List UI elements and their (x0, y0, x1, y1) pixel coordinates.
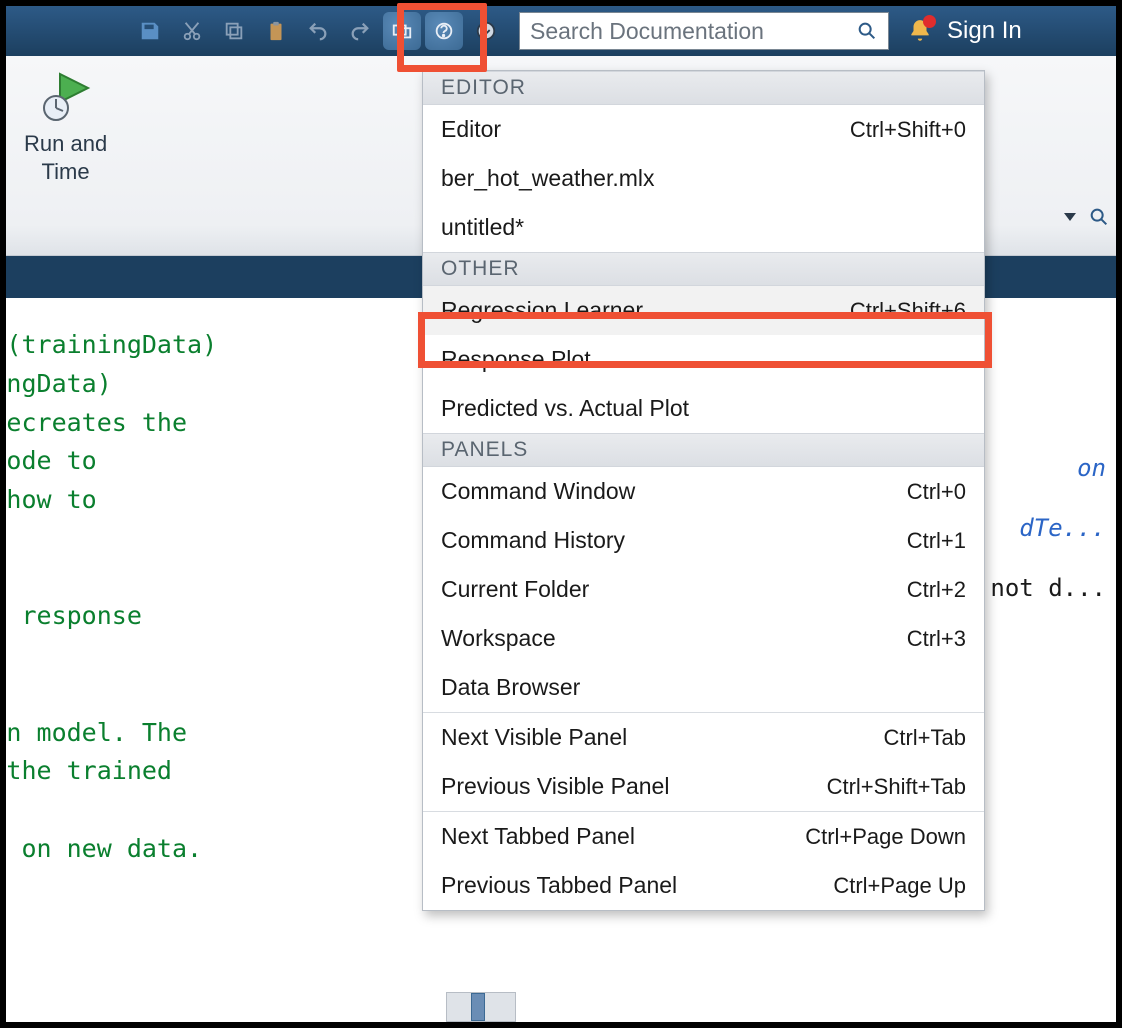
menu-item-response-plot[interactable]: Response Plot (423, 335, 984, 384)
workspace-hint-2: dTe... (990, 498, 1106, 558)
menu-item-workspace[interactable]: Workspace Ctrl+3 (423, 614, 984, 663)
menu-item-next-tabbed-panel[interactable]: Next Tabbed Panel Ctrl+Page Down (423, 811, 984, 861)
menu-item-data-browser[interactable]: Data Browser (423, 663, 984, 712)
ribbon-collapse-caret[interactable] (1064, 213, 1076, 221)
switch-windows-menu: EDITOR Editor Ctrl+Shift+0 ber_hot_weath… (422, 70, 985, 911)
search-icon[interactable] (856, 20, 878, 42)
menu-item-previous-tabbed-panel[interactable]: Previous Tabbed Panel Ctrl+Page Up (423, 861, 984, 910)
workspace-peek: on dTe... not d... (990, 438, 1106, 618)
menu-item-file-1[interactable]: ber_hot_weather.mlx (423, 154, 984, 203)
menu-item-command-history[interactable]: Command History Ctrl+1 (423, 516, 984, 565)
menu-item-previous-visible-panel[interactable]: Previous Visible Panel Ctrl+Shift+Tab (423, 762, 984, 811)
menu-item-regression-learner[interactable]: Regression Learner Ctrl+Shift+6 (423, 286, 984, 335)
horizontal-scrollbar[interactable] (446, 992, 516, 1022)
menu-item-file-2[interactable]: untitled* (423, 203, 984, 252)
search-input[interactable] (530, 18, 856, 45)
workspace-hint-1: on (990, 438, 1106, 498)
menu-item-current-folder[interactable]: Current Folder Ctrl+2 (423, 565, 984, 614)
run-and-time-icon (38, 68, 94, 124)
menu-item-predicted-vs-actual[interactable]: Predicted vs. Actual Plot (423, 384, 984, 433)
run-and-time-label-1: Run and (24, 130, 107, 158)
save-icon[interactable] (131, 12, 169, 50)
menu-item-command-window[interactable]: Command Window Ctrl+0 (423, 467, 984, 516)
help-icon[interactable] (425, 12, 463, 50)
menu-section-other: OTHER (423, 252, 984, 286)
undo-icon[interactable] (299, 12, 337, 50)
cut-icon[interactable] (173, 12, 211, 50)
switch-windows-button[interactable] (383, 12, 421, 50)
run-and-time-button[interactable]: Run and Time (6, 66, 125, 185)
toolbar-dropdown-icon[interactable] (467, 12, 505, 50)
sign-in-link[interactable]: Sign In (947, 17, 1022, 45)
menu-item-editor[interactable]: Editor Ctrl+Shift+0 (423, 105, 984, 154)
menu-item-next-visible-panel[interactable]: Next Visible Panel Ctrl+Tab (423, 712, 984, 762)
workspace-hint-3: not d... (990, 558, 1106, 618)
notification-dot (923, 15, 936, 28)
notifications-bell[interactable] (907, 18, 933, 44)
menu-section-editor: EDITOR (423, 71, 984, 105)
quick-access-toolbar: Sign In (6, 6, 1116, 56)
scrollbar-thumb[interactable] (471, 993, 485, 1021)
redo-icon[interactable] (341, 12, 379, 50)
copy-icon[interactable] (215, 12, 253, 50)
paste-icon[interactable] (257, 12, 295, 50)
run-and-time-label-2: Time (24, 158, 107, 186)
menu-section-panels: PANELS (423, 433, 984, 467)
ribbon-search-icon[interactable] (1088, 206, 1110, 228)
search-documentation-box[interactable] (519, 12, 889, 50)
